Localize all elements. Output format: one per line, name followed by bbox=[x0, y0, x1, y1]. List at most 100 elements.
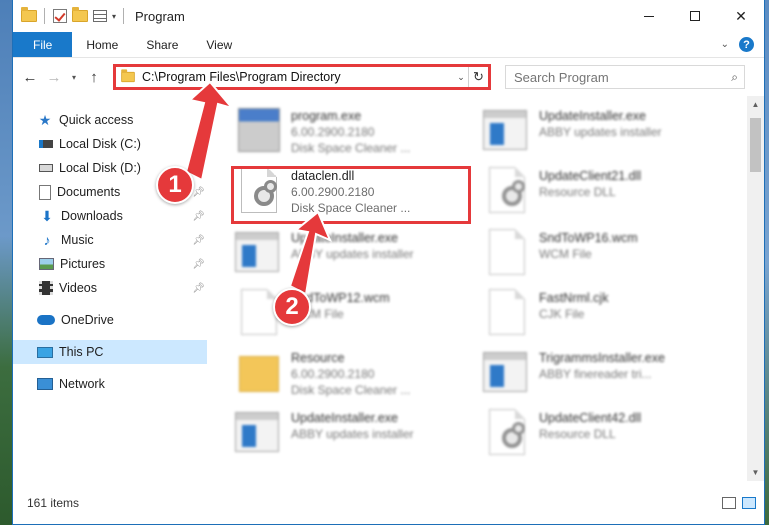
scrollbar-thumb[interactable] bbox=[750, 118, 761, 172]
new-folder-icon[interactable] bbox=[72, 7, 88, 24]
sidebar-item-network[interactable]: Network bbox=[13, 372, 207, 396]
file-item[interactable]: UpdateClient42.dll Resource DLL bbox=[483, 408, 723, 468]
drive-icon bbox=[39, 164, 53, 172]
file-description: WCM File bbox=[539, 247, 592, 261]
sidebar-item-label: Local Disk (D:) bbox=[59, 161, 141, 175]
pin-icon: 📌︎ bbox=[192, 210, 205, 222]
file-version: 6.00.2900.2180 bbox=[291, 125, 375, 139]
file-description: Disk Space Cleaner ... bbox=[291, 141, 411, 155]
file-item[interactable]: UpdateInstaller.exe ABBY updates install… bbox=[235, 408, 475, 468]
maximize-button[interactable] bbox=[672, 0, 718, 32]
file-name: UpdateInstaller.exe bbox=[291, 231, 399, 245]
file-description: ABBY finereader tri... bbox=[539, 367, 652, 381]
file-item[interactable]: UpdateInstaller.exe ABBY updates install… bbox=[483, 106, 723, 166]
file-name: FastNrml.cjk bbox=[539, 291, 609, 305]
file-name: program.exe bbox=[291, 109, 362, 123]
sidebar-item-label: Documents bbox=[57, 185, 121, 199]
sidebar-item-this-pc[interactable]: This PC bbox=[13, 340, 207, 364]
search-input[interactable] bbox=[514, 69, 732, 85]
status-bar: 161 items bbox=[13, 481, 764, 524]
tab-view[interactable]: View bbox=[192, 32, 246, 57]
recent-locations-chevron-icon[interactable]: ▾ bbox=[67, 66, 81, 88]
file-name: UpdateInstaller.exe bbox=[291, 411, 399, 425]
file-description: Resource DLL bbox=[539, 427, 616, 441]
address-bar[interactable]: C:\Program Files\Program Directory ⌄ ↻ bbox=[113, 64, 491, 90]
download-icon: ⬇ bbox=[41, 207, 53, 224]
close-button[interactable]: ✕ bbox=[718, 0, 764, 32]
sidebar-item-downloads[interactable]: ⬇ Downloads 📌︎ bbox=[13, 204, 207, 228]
explorer-window: ▾ Program ✕ File Home Share View ⌄ ? ← →… bbox=[12, 0, 765, 525]
sidebar-item-music[interactable]: ♪ Music 📌︎ bbox=[13, 228, 207, 252]
pin-icon: 📌︎ bbox=[192, 258, 205, 270]
sidebar-item-quick-access[interactable]: ★ Quick access bbox=[13, 108, 207, 132]
minimize-button[interactable] bbox=[626, 0, 672, 32]
music-icon: ♪ bbox=[43, 232, 51, 248]
file-description: ABBY updates installer bbox=[539, 125, 662, 139]
file-name: UpdateClient42.dll bbox=[539, 411, 642, 425]
tab-home[interactable]: Home bbox=[72, 32, 132, 57]
file-name: UpdateInstaller.exe bbox=[539, 109, 647, 123]
file-description: CJK File bbox=[539, 307, 585, 321]
address-dropdown-chevron-icon[interactable]: ⌄ bbox=[454, 72, 468, 83]
pictures-icon bbox=[39, 258, 54, 270]
tab-file[interactable]: File bbox=[13, 32, 73, 57]
expand-ribbon-chevron-icon[interactable]: ⌄ bbox=[721, 39, 729, 50]
file-item[interactable]: UpdateClient21.dll Resource DLL bbox=[483, 166, 723, 226]
sidebar-item-label: Pictures bbox=[60, 257, 106, 271]
address-path[interactable]: C:\Program Files\Program Directory bbox=[142, 70, 454, 84]
document-file-icon bbox=[483, 288, 531, 336]
vertical-scrollbar[interactable]: ▲ ▼ bbox=[747, 96, 764, 481]
help-icon[interactable]: ? bbox=[739, 37, 754, 52]
videos-icon bbox=[39, 281, 53, 295]
file-name: SndToWP16.wcm bbox=[539, 231, 638, 245]
scroll-down-arrow-icon[interactable]: ▼ bbox=[747, 464, 764, 481]
pin-icon: 📌︎ bbox=[192, 234, 205, 246]
customize-toolbar-chevron-icon[interactable]: ▾ bbox=[112, 12, 116, 21]
file-item[interactable]: program.exe 6.00.2900.2180 Disk Space Cl… bbox=[235, 106, 475, 166]
file-item[interactable]: UpdateInstaller.exe ABBY updates install… bbox=[235, 228, 475, 288]
properties-check-icon[interactable] bbox=[52, 8, 68, 24]
file-item[interactable]: SndToWP12.wcm WCM File bbox=[235, 288, 475, 348]
sidebar-item-local-disk-c[interactable]: Local Disk (C:) 📌︎ bbox=[13, 132, 207, 156]
sidebar-item-onedrive[interactable]: OneDrive bbox=[13, 308, 207, 332]
sidebar-item-label: Videos bbox=[59, 281, 97, 295]
search-icon[interactable]: ⌕ bbox=[731, 70, 738, 85]
exe-file-icon bbox=[235, 106, 283, 154]
window-title: Program bbox=[135, 8, 185, 24]
forward-arrow-icon[interactable]: → bbox=[43, 66, 65, 88]
file-item[interactable]: TrigrammsInstaller.exe ABBY finereader t… bbox=[483, 348, 723, 408]
properties-icon[interactable] bbox=[92, 8, 108, 24]
file-description: ABBY updates installer bbox=[291, 247, 414, 261]
refresh-icon[interactable]: ↻ bbox=[468, 67, 488, 87]
file-item[interactable]: SndToWP16.wcm WCM File bbox=[483, 228, 723, 288]
folder-icon bbox=[235, 348, 283, 396]
sidebar-item-videos[interactable]: Videos 📌︎ bbox=[13, 276, 207, 300]
maximize-icon bbox=[690, 11, 700, 21]
search-box[interactable]: ⌕ bbox=[505, 65, 745, 89]
desktop-background-right bbox=[765, 0, 769, 525]
sidebar-item-label: Network bbox=[59, 377, 105, 391]
folder-icon[interactable] bbox=[21, 7, 37, 24]
file-description: ABBY updates installer bbox=[291, 427, 414, 441]
file-name: TrigrammsInstaller.exe bbox=[539, 351, 665, 365]
sidebar-item-label: Quick access bbox=[59, 113, 134, 127]
item-count: 161 items bbox=[27, 496, 80, 510]
document-file-icon bbox=[483, 228, 531, 276]
tab-share[interactable]: Share bbox=[132, 32, 192, 57]
large-icons-view-icon[interactable] bbox=[742, 497, 756, 509]
sidebar-item-label: Local Disk (C:) bbox=[59, 137, 141, 151]
sidebar-item-label: OneDrive bbox=[61, 313, 114, 327]
close-icon: ✕ bbox=[735, 7, 747, 24]
file-item[interactable]: Resource 6.00.2900.2180 Disk Space Clean… bbox=[235, 348, 475, 408]
network-icon bbox=[37, 378, 53, 390]
scroll-up-arrow-icon[interactable]: ▲ bbox=[747, 96, 764, 113]
file-version: 6.00.2900.2180 bbox=[291, 367, 375, 381]
file-highlight-box bbox=[231, 166, 471, 224]
details-view-icon[interactable] bbox=[722, 497, 736, 509]
sidebar-item-pictures[interactable]: Pictures 📌︎ bbox=[13, 252, 207, 276]
up-arrow-icon[interactable]: ↑ bbox=[83, 66, 105, 88]
sidebar-item-label: Music bbox=[61, 233, 94, 247]
file-item[interactable]: FastNrml.cjk CJK File bbox=[483, 288, 723, 348]
navigation-bar: ← → ▾ ↑ C:\Program Files\Program Directo… bbox=[13, 58, 764, 96]
back-arrow-icon[interactable]: ← bbox=[19, 66, 41, 88]
